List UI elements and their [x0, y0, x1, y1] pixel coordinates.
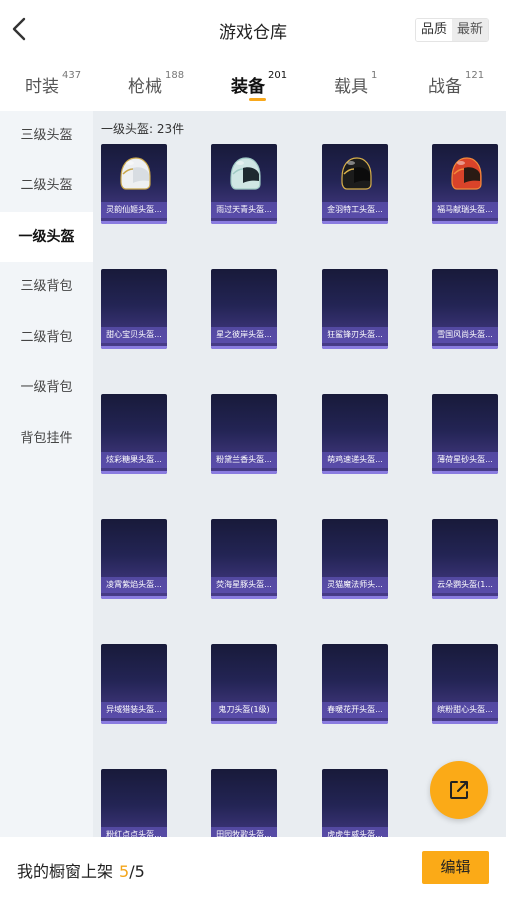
- tab-label: 时装: [25, 77, 59, 97]
- item-card-label: 狂鲨锋刃头盔...: [322, 327, 388, 343]
- tab-battle-supplies[interactable]: 战备121: [428, 70, 485, 97]
- item-card[interactable]: 云朵鹦头盔(1...: [432, 519, 498, 599]
- item-card-label: 缤粉甜心头盔...: [432, 702, 498, 718]
- item-card-label: 粉黛兰香头盔...: [211, 452, 277, 468]
- black-gold-helmet-icon: [341, 157, 372, 190]
- item-card[interactable]: 鬼刀头盔(1级): [211, 644, 277, 724]
- item-card-label: 星之彼岸头盔...: [211, 327, 277, 343]
- showcase-status: 我的橱窗上架 5/5: [17, 858, 145, 882]
- item-grid-panel: 一级头盔: 23件 灵韵仙姬头盔... 雨过天青头盔... 金羽特工头盔... 福马献…: [93, 111, 506, 837]
- tab-count: 1: [371, 70, 378, 81]
- item-card[interactable]: 萌鸡速递头盔...: [322, 394, 388, 474]
- sidebar-item-level3-helmet[interactable]: 三级头盔: [0, 111, 93, 161]
- item-card[interactable]: 福马献瑞头盔...: [432, 144, 498, 224]
- item-card-label: 春暖花开头盔...: [322, 702, 388, 718]
- sort-option-quality[interactable]: 品质: [416, 19, 453, 41]
- item-card[interactable]: 春暖花开头盔...: [322, 644, 388, 724]
- tab-label: 载具: [334, 77, 368, 97]
- sidebar-item-level3-backpack[interactable]: 三级背包: [0, 262, 93, 312]
- item-card[interactable]: 缤粉甜心头盔...: [432, 644, 498, 724]
- sidebar-item-level1-backpack[interactable]: 一级背包: [0, 363, 93, 413]
- celadon-helmet-icon: [230, 157, 261, 190]
- tab-vehicles[interactable]: 载具1: [334, 70, 378, 97]
- tab-label: 枪械: [128, 77, 162, 97]
- item-card-label: 荧海星豚头盔...: [211, 577, 277, 593]
- item-card[interactable]: 灵猫魔法师头...: [322, 519, 388, 599]
- sort-toggle: 品质 最新: [415, 18, 490, 42]
- item-card[interactable]: 甜心宝贝头盔...: [101, 269, 167, 349]
- item-card[interactable]: 田园牧歌头盔...: [211, 769, 277, 837]
- item-card-label: 粉红点点头盔...: [101, 827, 167, 837]
- item-card-label: 甜心宝贝头盔...: [101, 327, 167, 343]
- sidebar-item-level2-helmet[interactable]: 二级头盔: [0, 161, 93, 211]
- header-bar: 游戏仓库 品质 最新: [0, 0, 506, 60]
- item-card[interactable]: 薄荷星砂头盔...: [432, 394, 498, 474]
- sidebar: 三级头盔 二级头盔 一级头盔 三级背包 二级背包 一级背包 背包挂件: [0, 111, 93, 837]
- item-card-label: 雨过天青头盔...: [211, 202, 277, 218]
- item-card[interactable]: 狂鲨锋刃头盔...: [322, 269, 388, 349]
- item-card[interactable]: 凌霄紫焰头盔...: [101, 519, 167, 599]
- tab-count: 437: [62, 70, 82, 81]
- category-tabs: 时装437 枪械188 装备201 载具1 战备121: [0, 60, 506, 112]
- item-card-label: 鬼刀头盔(1级): [211, 702, 277, 718]
- sort-option-newest[interactable]: 最新: [452, 19, 489, 41]
- tab-count: 188: [165, 70, 185, 81]
- tab-weapons[interactable]: 枪械188: [128, 70, 185, 97]
- tab-equipment[interactable]: 装备201: [231, 70, 288, 97]
- item-card-label: 凌霄紫焰头盔...: [101, 577, 167, 593]
- showcase-label: 我的橱窗上架: [17, 862, 114, 881]
- tab-count: 121: [465, 70, 485, 81]
- item-card[interactable]: 粉黛兰香头盔...: [211, 394, 277, 474]
- item-card[interactable]: 异域猎装头盔...: [101, 644, 167, 724]
- item-card[interactable]: 星之彼岸头盔...: [211, 269, 277, 349]
- item-card-label: 异域猎装头盔...: [101, 702, 167, 718]
- tab-count: 201: [268, 70, 288, 81]
- item-card-label: 田园牧歌头盔...: [211, 827, 277, 837]
- edit-button[interactable]: 编辑: [422, 851, 489, 884]
- chevron-left-icon: [12, 17, 26, 41]
- item-card-label: 雪国风尚头盔...: [432, 327, 498, 343]
- item-card[interactable]: 炫彩糖果头盔...: [101, 394, 167, 474]
- item-card-label: 云朵鹦头盔(1...: [432, 577, 498, 593]
- showcase-total-count: /5: [129, 862, 145, 881]
- item-card-label: 炫彩糖果头盔...: [101, 452, 167, 468]
- item-card[interactable]: 雨过天青头盔...: [211, 144, 277, 224]
- tab-label: 战备: [428, 77, 462, 97]
- item-card-label: 灵韵仙姬头盔...: [101, 202, 167, 218]
- item-card-label: 薄荷星砂头盔...: [432, 452, 498, 468]
- tab-label: 装备: [231, 77, 265, 97]
- back-button[interactable]: [8, 16, 32, 42]
- item-card[interactable]: 金羽特工头盔...: [322, 144, 388, 224]
- item-card[interactable]: 粉红点点头盔...: [101, 769, 167, 837]
- bottom-bar: 我的橱窗上架 5/5 编辑: [0, 837, 506, 897]
- active-tab-indicator: [249, 98, 266, 101]
- share-icon: [450, 781, 468, 799]
- sidebar-item-level1-helmet[interactable]: 一级头盔: [0, 212, 93, 262]
- tab-fashion[interactable]: 时装437: [25, 70, 82, 97]
- item-card-label: 福马献瑞头盔...: [432, 202, 498, 218]
- red-helmet-icon: [451, 157, 482, 190]
- sidebar-item-level2-backpack[interactable]: 二级背包: [0, 313, 93, 363]
- item-card[interactable]: 荧海星豚头盔...: [211, 519, 277, 599]
- item-card[interactable]: 雪国风尚头盔...: [432, 269, 498, 349]
- item-count-header: 一级头盔: 23件: [101, 122, 185, 136]
- item-card[interactable]: 灵韵仙姬头盔...: [101, 144, 167, 224]
- sidebar-item-backpack-charm[interactable]: 背包挂件: [0, 414, 93, 464]
- white-gold-helmet-icon: [120, 157, 151, 190]
- share-button[interactable]: [430, 761, 488, 819]
- item-card-label: 灵猫魔法师头...: [322, 577, 388, 593]
- item-card[interactable]: 虎虎生威头盔...: [322, 769, 388, 837]
- item-card-label: 虎虎生威头盔...: [322, 827, 388, 837]
- showcase-current-count: 5: [119, 862, 130, 881]
- item-card-label: 萌鸡速递头盔...: [322, 452, 388, 468]
- item-card-label: 金羽特工头盔...: [322, 202, 388, 218]
